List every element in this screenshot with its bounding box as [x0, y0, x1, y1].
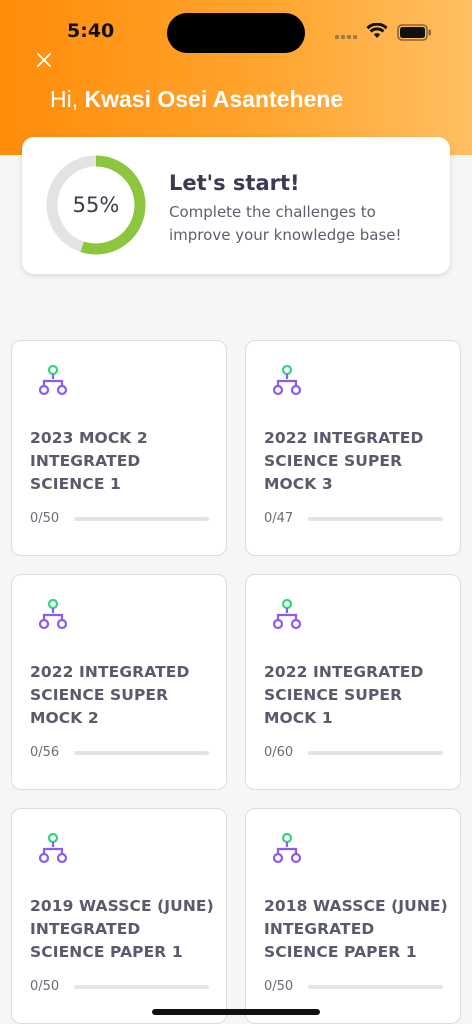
hierarchy-icon [272, 365, 302, 396]
hierarchy-icon [38, 599, 68, 630]
quiz-card[interactable]: 2022 INTEGRATED SCIENCE SUPER MOCK 2 0/5… [11, 574, 227, 790]
quiz-card[interactable]: 2022 INTEGRATED SCIENCE SUPER MOCK 3 0/4… [245, 340, 461, 556]
quiz-card[interactable]: 2019 WASSCE (JUNE) INTEGRATED SCIENCE PA… [11, 808, 227, 1024]
quiz-count: 0/47 [264, 511, 294, 526]
hierarchy-icon [272, 833, 302, 864]
quiz-progress-bar [308, 751, 443, 755]
close-button[interactable] [32, 48, 56, 72]
progress-subtitle: Complete the challenges to improve your … [169, 203, 402, 244]
quiz-count: 0/50 [30, 979, 60, 994]
quiz-count: 0/60 [264, 745, 294, 760]
greeting-prefix: Hi, [50, 86, 85, 112]
greeting: Hi, Kwasi Osei Asantehene [50, 86, 343, 113]
quiz-title: 2022 INTEGRATED SCIENCE SUPER MOCK 2 [30, 663, 190, 727]
quiz-progress-bar [308, 985, 443, 989]
quiz-progress-bar [308, 517, 443, 521]
quiz-title: 2018 WASSCE (JUNE) INTEGRATED SCIENCE PA… [264, 897, 448, 961]
header-banner: 5:40 Hi, Kwasi Osei Asantehene [0, 0, 472, 155]
hierarchy-icon [272, 599, 302, 630]
quiz-title: 2023 MOCK 2 INTEGRATED SCIENCE 1 [30, 429, 148, 493]
quiz-progress-bar [74, 985, 209, 989]
quiz-card[interactable]: 2023 MOCK 2 INTEGRATED SCIENCE 1 0/50 [11, 340, 227, 556]
wifi-icon [366, 23, 388, 38]
battery-icon [397, 24, 431, 41]
cellular-signal-icon [335, 35, 357, 39]
quiz-progress-bar [74, 751, 209, 755]
progress-percent: 55% [72, 193, 120, 217]
quiz-card[interactable]: 2022 INTEGRATED SCIENCE SUPER MOCK 1 0/6… [245, 574, 461, 790]
quiz-count: 0/50 [30, 511, 60, 526]
quiz-card[interactable]: 2018 WASSCE (JUNE) INTEGRATED SCIENCE PA… [245, 808, 461, 1024]
quiz-count: 0/56 [30, 745, 60, 760]
user-name: Kwasi Osei Asantehene [84, 86, 344, 112]
status-bar: 5:40 [0, 0, 472, 60]
quiz-title: 2022 INTEGRATED SCIENCE SUPER MOCK 1 [264, 663, 424, 727]
quiz-title: 2022 INTEGRATED SCIENCE SUPER MOCK 3 [264, 429, 424, 493]
dynamic-island [167, 13, 305, 53]
hierarchy-icon [38, 833, 68, 864]
progress-title: Let's start! [169, 171, 300, 195]
quiz-count: 0/50 [264, 979, 294, 994]
quiz-progress-bar [74, 517, 209, 521]
quiz-title: 2019 WASSCE (JUNE) INTEGRATED SCIENCE PA… [30, 897, 214, 961]
close-icon [37, 53, 51, 67]
home-indicator[interactable] [152, 1009, 320, 1015]
progress-card: 55% Let's start! Complete the challenges… [22, 137, 450, 274]
status-time: 5:40 [67, 20, 115, 42]
hierarchy-icon [38, 365, 68, 396]
